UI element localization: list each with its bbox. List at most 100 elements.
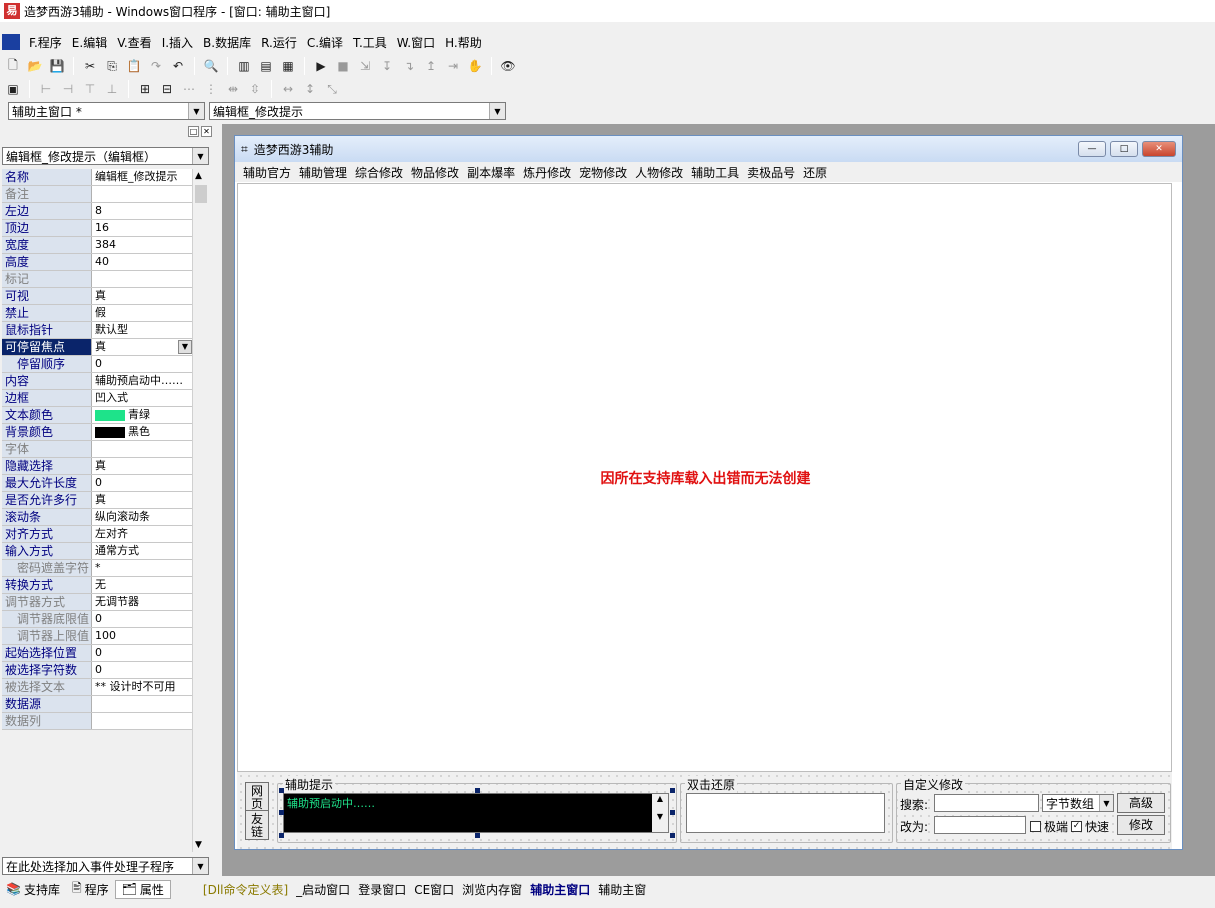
selection-handle[interactable] [475,788,480,793]
layout-top-icon[interactable]: ▤ [256,56,276,76]
scroll-thumb[interactable] [195,185,207,203]
window-tab-ce[interactable]: CE窗口 [410,881,458,898]
form-window[interactable]: ⌗ 造梦西游3辅助 — □ ✕ 辅助官方 辅助管理 综合修改 物品修改 副本爆率 炼丹修改… [234,135,1183,850]
property-value[interactable]: 384 [92,237,192,253]
checkbox-box[interactable] [1030,821,1041,832]
menu-database[interactable]: B.数据库 [198,34,256,51]
menu-run[interactable]: R.运行 [256,34,302,51]
property-row[interactable]: 名称 编辑框_修改提示 [2,169,192,186]
new-file-icon[interactable]: 🗋 [3,56,23,76]
tab-program[interactable]: 🖹 程序 [66,879,115,900]
form-menu-item[interactable]: 物品修改 [407,164,463,181]
property-value[interactable]: 青绿 [92,407,192,423]
property-row[interactable]: 停留顺序 0 [2,356,192,373]
property-value[interactable] [92,696,192,712]
property-value[interactable]: 真 ▼ [92,339,192,355]
align-top-icon[interactable]: ⊤ [80,79,100,99]
undo-icon[interactable]: ↶ [168,56,188,76]
property-row[interactable]: 文本颜色 青绿 [2,407,192,424]
property-value[interactable]: 0 [92,475,192,491]
form-menu-item[interactable]: 综合修改 [351,164,407,181]
stop-icon[interactable]: ■ [333,56,353,76]
cut-icon[interactable]: ✂ [80,56,100,76]
menu-compile[interactable]: C.编译 [302,34,348,51]
restore-listbox[interactable] [686,793,885,833]
chevron-down-icon[interactable]: ▼ [489,103,505,119]
menu-view[interactable]: V.查看 [112,34,156,51]
friendlink-button[interactable]: 友链 [245,810,269,840]
open-folder-icon[interactable]: 📂 [25,56,45,76]
property-value[interactable]: 黑色 [92,424,192,440]
hint-textbox[interactable]: 辅助预启动中…… ▲ ▼ [283,793,669,833]
type-select-combo[interactable]: 字节数组 ▼ [1042,794,1114,812]
form-menu-item[interactable]: 辅助工具 [687,164,743,181]
property-row[interactable]: 边框 凹入式 [2,390,192,407]
menu-program[interactable]: F.程序 [24,34,67,51]
space-horizontal-icon[interactable]: ⋯ [179,79,199,99]
tab-properties[interactable]: 🗂 属性 [114,879,171,899]
distribute-horizontal-icon[interactable]: ⇹ [223,79,243,99]
selection-handle[interactable] [279,788,284,793]
property-value[interactable]: 无 [92,577,192,593]
step-icon[interactable]: ⇲ [355,56,375,76]
scroll-down-icon[interactable]: ▼ [195,840,202,850]
property-row[interactable]: 被选择字符数 0 [2,662,192,679]
run-icon[interactable]: ▶ [311,56,331,76]
property-row[interactable]: 最大允许长度 0 [2,475,192,492]
run-to-cursor-icon[interactable]: ⇥ [443,56,463,76]
property-value[interactable]: 凹入式 [92,390,192,406]
property-value[interactable] [92,441,192,457]
property-row[interactable]: 数据源 [2,696,192,713]
same-height-icon[interactable]: ↕ [300,79,320,99]
property-row[interactable]: 可停留焦点真 ▼ [2,339,192,356]
property-row[interactable]: 起始选择位置 0 [2,645,192,662]
align-bottom-icon[interactable]: ⊥ [102,79,122,99]
property-row[interactable]: 标记 [2,271,192,288]
window-tab-main[interactable]: 辅助主窗口 [526,881,594,898]
property-value[interactable]: 0 [92,645,192,661]
form-menu-item[interactable]: 还原 [799,164,831,181]
component-select-combo[interactable]: 编辑框_修改提示 ▼ [209,102,506,120]
center-vertical-icon[interactable]: ⊟ [157,79,177,99]
property-value[interactable]: 假 [92,305,192,321]
form-content-area[interactable]: 因所在支持库载入出错而无法创建 [237,183,1172,772]
webpage-button[interactable]: 网页 [245,782,269,812]
layout-grid-icon[interactable]: ▦ [278,56,298,76]
step-over-icon[interactable]: ↴ [399,56,419,76]
property-value[interactable]: 0 [92,356,192,372]
step-out-icon[interactable]: ↥ [421,56,441,76]
search-input[interactable] [934,794,1039,812]
hand-icon[interactable]: ✋ [465,56,485,76]
panel-restore-icon[interactable]: □ [188,126,199,137]
chevron-down-icon[interactable]: ▼ [188,103,204,119]
property-row[interactable]: 禁止假 [2,305,192,322]
property-value[interactable] [92,186,192,202]
property-row[interactable]: 高度 40 [2,254,192,271]
property-row[interactable]: 转换方式无 [2,577,192,594]
binoculars-icon[interactable]: 👁 [498,56,518,76]
property-row[interactable]: 顶边 16 [2,220,192,237]
property-value[interactable] [92,271,192,287]
property-value[interactable]: 16 [92,220,192,236]
property-value[interactable]: 纵向滚动条 [92,509,192,525]
layout-left-icon[interactable]: ▥ [234,56,254,76]
window-tab-memory[interactable]: 浏览内存窗 [458,881,526,898]
property-value[interactable]: 通常方式 [92,543,192,559]
property-row[interactable]: 备注 [2,186,192,203]
property-row[interactable]: 滚动条 纵向滚动条 [2,509,192,526]
form-menu-item[interactable]: 卖极品号 [743,164,799,181]
property-row[interactable]: 密码遮盖字符 * [2,560,192,577]
property-row[interactable]: 被选择文本 ** 设计时不可用 [2,679,192,696]
property-value[interactable]: 真 [92,288,192,304]
property-row[interactable]: 左边 8 [2,203,192,220]
property-row[interactable]: 对齐方式 左对齐 [2,526,192,543]
property-row[interactable]: 数据列 [2,713,192,730]
selection-handle[interactable] [670,810,675,815]
same-width-icon[interactable]: ↔ [278,79,298,99]
property-value[interactable]: * [92,560,192,576]
property-value[interactable]: 辅助预启动中…… [92,373,192,389]
property-row[interactable]: 字体 [2,441,192,458]
align-left-icon[interactable]: ⊢ [36,79,56,99]
property-value[interactable]: 无调节器 [92,594,192,610]
form-menu-item[interactable]: 炼丹修改 [519,164,575,181]
